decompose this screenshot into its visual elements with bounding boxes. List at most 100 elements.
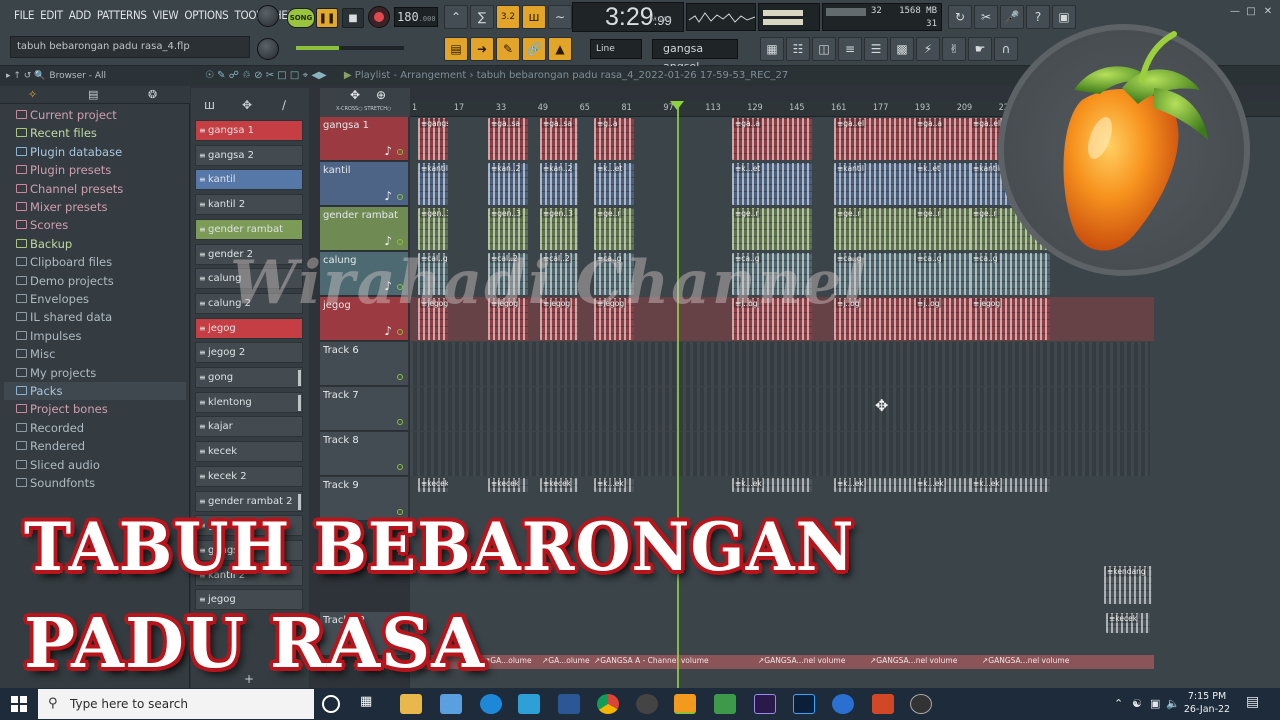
browser-item[interactable]: Plugin database	[4, 143, 186, 161]
pattern-clip[interactable]: ≡ga..sa	[488, 118, 528, 160]
track-mute-icon[interactable]	[397, 419, 403, 425]
channel-picker-item[interactable]: gong	[195, 367, 303, 388]
track-header[interactable]: Track 6	[320, 342, 408, 386]
track-mute-icon[interactable]	[397, 329, 403, 335]
browser-item[interactable]: Envelopes	[4, 290, 186, 308]
stop-button[interactable]: ■	[342, 8, 364, 28]
automation-clip[interactable]: ↗GANGSA...nel volume	[870, 656, 957, 665]
network-app-icon[interactable]	[832, 694, 854, 714]
pattern-clip[interactable]: ≡gen..3	[488, 208, 528, 250]
pattern-clip[interactable]: ≡kan..2	[488, 163, 528, 205]
track-header[interactable]: gender rambat ♪	[320, 207, 408, 251]
pause-button[interactable]: ❚❚	[316, 8, 338, 28]
pattern-clip[interactable]: ≡ge..r	[834, 208, 914, 250]
tempo-tapper-button[interactable]: ✌	[942, 37, 966, 61]
automation-clip[interactable]: ↗GANGSA A - Channel volume	[594, 656, 709, 665]
save-button[interactable]: ▣	[1052, 5, 1076, 29]
obs-icon[interactable]	[636, 694, 658, 714]
pattern-clip[interactable]: ≡ge..r	[732, 208, 812, 250]
track-mute-icon[interactable]	[397, 149, 403, 155]
picker-piano-icon[interactable]: ш	[204, 98, 215, 112]
channel-picker-item[interactable]: gangsa 1	[195, 120, 303, 141]
step-edit-button[interactable]: ш	[522, 5, 546, 29]
playlist-tools-icons[interactable]: ☉ ✎ ☍ ♲ ⊘ ✂ □ □ ⌖ ◀▶	[205, 70, 327, 81]
picker-move-icon[interactable]: ✥	[242, 98, 252, 112]
notification-icon[interactable]: ▤	[1246, 694, 1259, 710]
browser-item[interactable]: Current project	[4, 106, 186, 124]
tempo-display[interactable]: 180.000	[394, 7, 438, 27]
pattern-clip[interactable]: ≡gen..3	[540, 208, 578, 250]
main-pitch-knob[interactable]	[257, 38, 279, 60]
next-button[interactable]: ➜	[470, 37, 494, 61]
snap-selector[interactable]: Line	[590, 39, 642, 59]
picker-brush-icon[interactable]: ∕	[282, 98, 286, 112]
stamp-button[interactable]: ▲	[548, 37, 572, 61]
pattern-clip[interactable]: ≡gen..3	[418, 208, 448, 250]
pattern-clip[interactable]: ≡k...ek	[834, 478, 914, 492]
crossfade-toggle[interactable]: X-CROSS○ STRETCH○	[336, 106, 391, 112]
channel-picker-item[interactable]: gangsa 2	[195, 144, 303, 166]
touch-controller-button[interactable]: ☛	[968, 37, 992, 61]
mail-icon[interactable]	[518, 694, 540, 714]
channel-picker-item[interactable]: klentong	[195, 391, 303, 413]
channel-picker-item[interactable]: jegog	[195, 317, 303, 339]
pattern-clip[interactable]: ≡kendang	[1104, 566, 1152, 604]
start-button[interactable]	[0, 688, 38, 720]
file-explorer-icon[interactable]	[400, 694, 422, 714]
browser-item[interactable]: Channel presets	[4, 180, 186, 198]
browser-item[interactable]: Sliced audio	[4, 456, 186, 474]
pattern-clip[interactable]: ≡ga..a	[732, 118, 812, 160]
camera-app-icon[interactable]	[910, 694, 932, 714]
piano-roll-button[interactable]: ▤	[444, 37, 468, 61]
browser-files-icon[interactable]: ▤	[88, 88, 98, 101]
pattern-clip[interactable]: ≡k...ek	[732, 478, 812, 492]
menu-file[interactable]: FILE	[14, 8, 34, 22]
browser-tree-icon[interactable]: ✧	[28, 88, 37, 101]
edge-icon[interactable]	[480, 694, 502, 714]
automation-clip[interactable]: ↗GA...olume	[484, 656, 532, 665]
mixer-view-button[interactable]: ▦	[760, 37, 784, 61]
loop-record-button[interactable]: ∼	[548, 5, 572, 29]
song-mode-toggle[interactable]: SONG	[287, 8, 315, 28]
tray-chevron-icon[interactable]: ⌃	[1114, 697, 1123, 710]
pattern-clip[interactable]: ≡k...et	[594, 163, 634, 205]
mixer-button[interactable]: ≡	[838, 37, 862, 61]
browser-item[interactable]: Misc	[4, 345, 186, 363]
store-icon[interactable]	[440, 694, 462, 714]
metronome-button[interactable]: ⌃	[444, 5, 468, 29]
cut-button[interactable]: ✂	[974, 5, 998, 29]
browser-item[interactable]: Recorded	[4, 419, 186, 437]
photoshop-icon[interactable]	[793, 694, 815, 714]
pattern-clip[interactable]: ≡kantil	[834, 163, 914, 205]
zoom-icon[interactable]: ⊕	[376, 88, 386, 102]
system-clock[interactable]: 7:15 PM 26-Jan-22	[1178, 690, 1236, 716]
record-button[interactable]	[368, 6, 390, 28]
track-mute-icon[interactable]	[397, 464, 403, 470]
browser-item[interactable]: Rendered	[4, 437, 186, 455]
channel-picker-item[interactable]: jegog 2	[195, 342, 303, 364]
channel-picker-item[interactable]: kecek	[195, 441, 303, 463]
wait-record-button[interactable]: ∑	[470, 5, 494, 29]
song-time-display[interactable]: 3:29:99 M:S:CS	[572, 2, 684, 32]
automation-clip[interactable]: ↗GA...olume	[542, 656, 590, 665]
draw-tool-button[interactable]: ✎	[496, 37, 520, 61]
automation-lane[interactable]: ↗GA...olume ↗GA...olume ↗GANGSA A - Channe…	[410, 655, 1154, 669]
menu-add[interactable]: ADD	[69, 8, 91, 22]
pattern-clip[interactable]: ≡ge..r	[594, 208, 634, 250]
browser-arrows-icon[interactable]: ▸ ↑ ↺ 🔍	[6, 71, 45, 81]
track-mute-icon[interactable]	[397, 239, 403, 245]
word-icon[interactable]	[558, 694, 580, 714]
maximize-button[interactable]: □	[1244, 6, 1258, 20]
pattern-clip[interactable]: ≡gangsa	[418, 118, 448, 160]
chrome-icon[interactable]	[597, 694, 619, 714]
channel-picker-item[interactable]: kajar	[195, 416, 303, 438]
menu-patterns[interactable]: PATTERNS	[97, 8, 147, 22]
track-lane[interactable]: ≡kecek	[410, 612, 1154, 656]
track-header[interactable]: gangsa 1 ♪	[320, 117, 408, 161]
audio-app-icon[interactable]	[714, 694, 736, 714]
pattern-clip[interactable]: ≡ga..sa	[540, 118, 578, 160]
playhead[interactable]	[677, 103, 679, 688]
microphone-button[interactable]: 🎤	[1000, 5, 1024, 29]
pattern-clip[interactable]: ≡kantil 2	[418, 163, 448, 205]
pattern-clip[interactable]: ≡kecek	[488, 478, 528, 492]
